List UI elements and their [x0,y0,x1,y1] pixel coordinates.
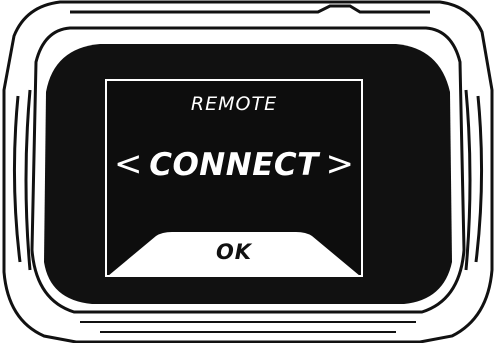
ok-label: OK [215,240,253,264]
screen-title: REMOTE [190,93,278,115]
chevron-right-icon[interactable]: > [326,142,355,186]
ok-button[interactable]: OK [108,232,360,276]
option-label: CONNECT [149,147,319,183]
chevron-left-icon[interactable]: < [114,142,143,186]
option-selector: < CONNECT > [108,142,360,188]
